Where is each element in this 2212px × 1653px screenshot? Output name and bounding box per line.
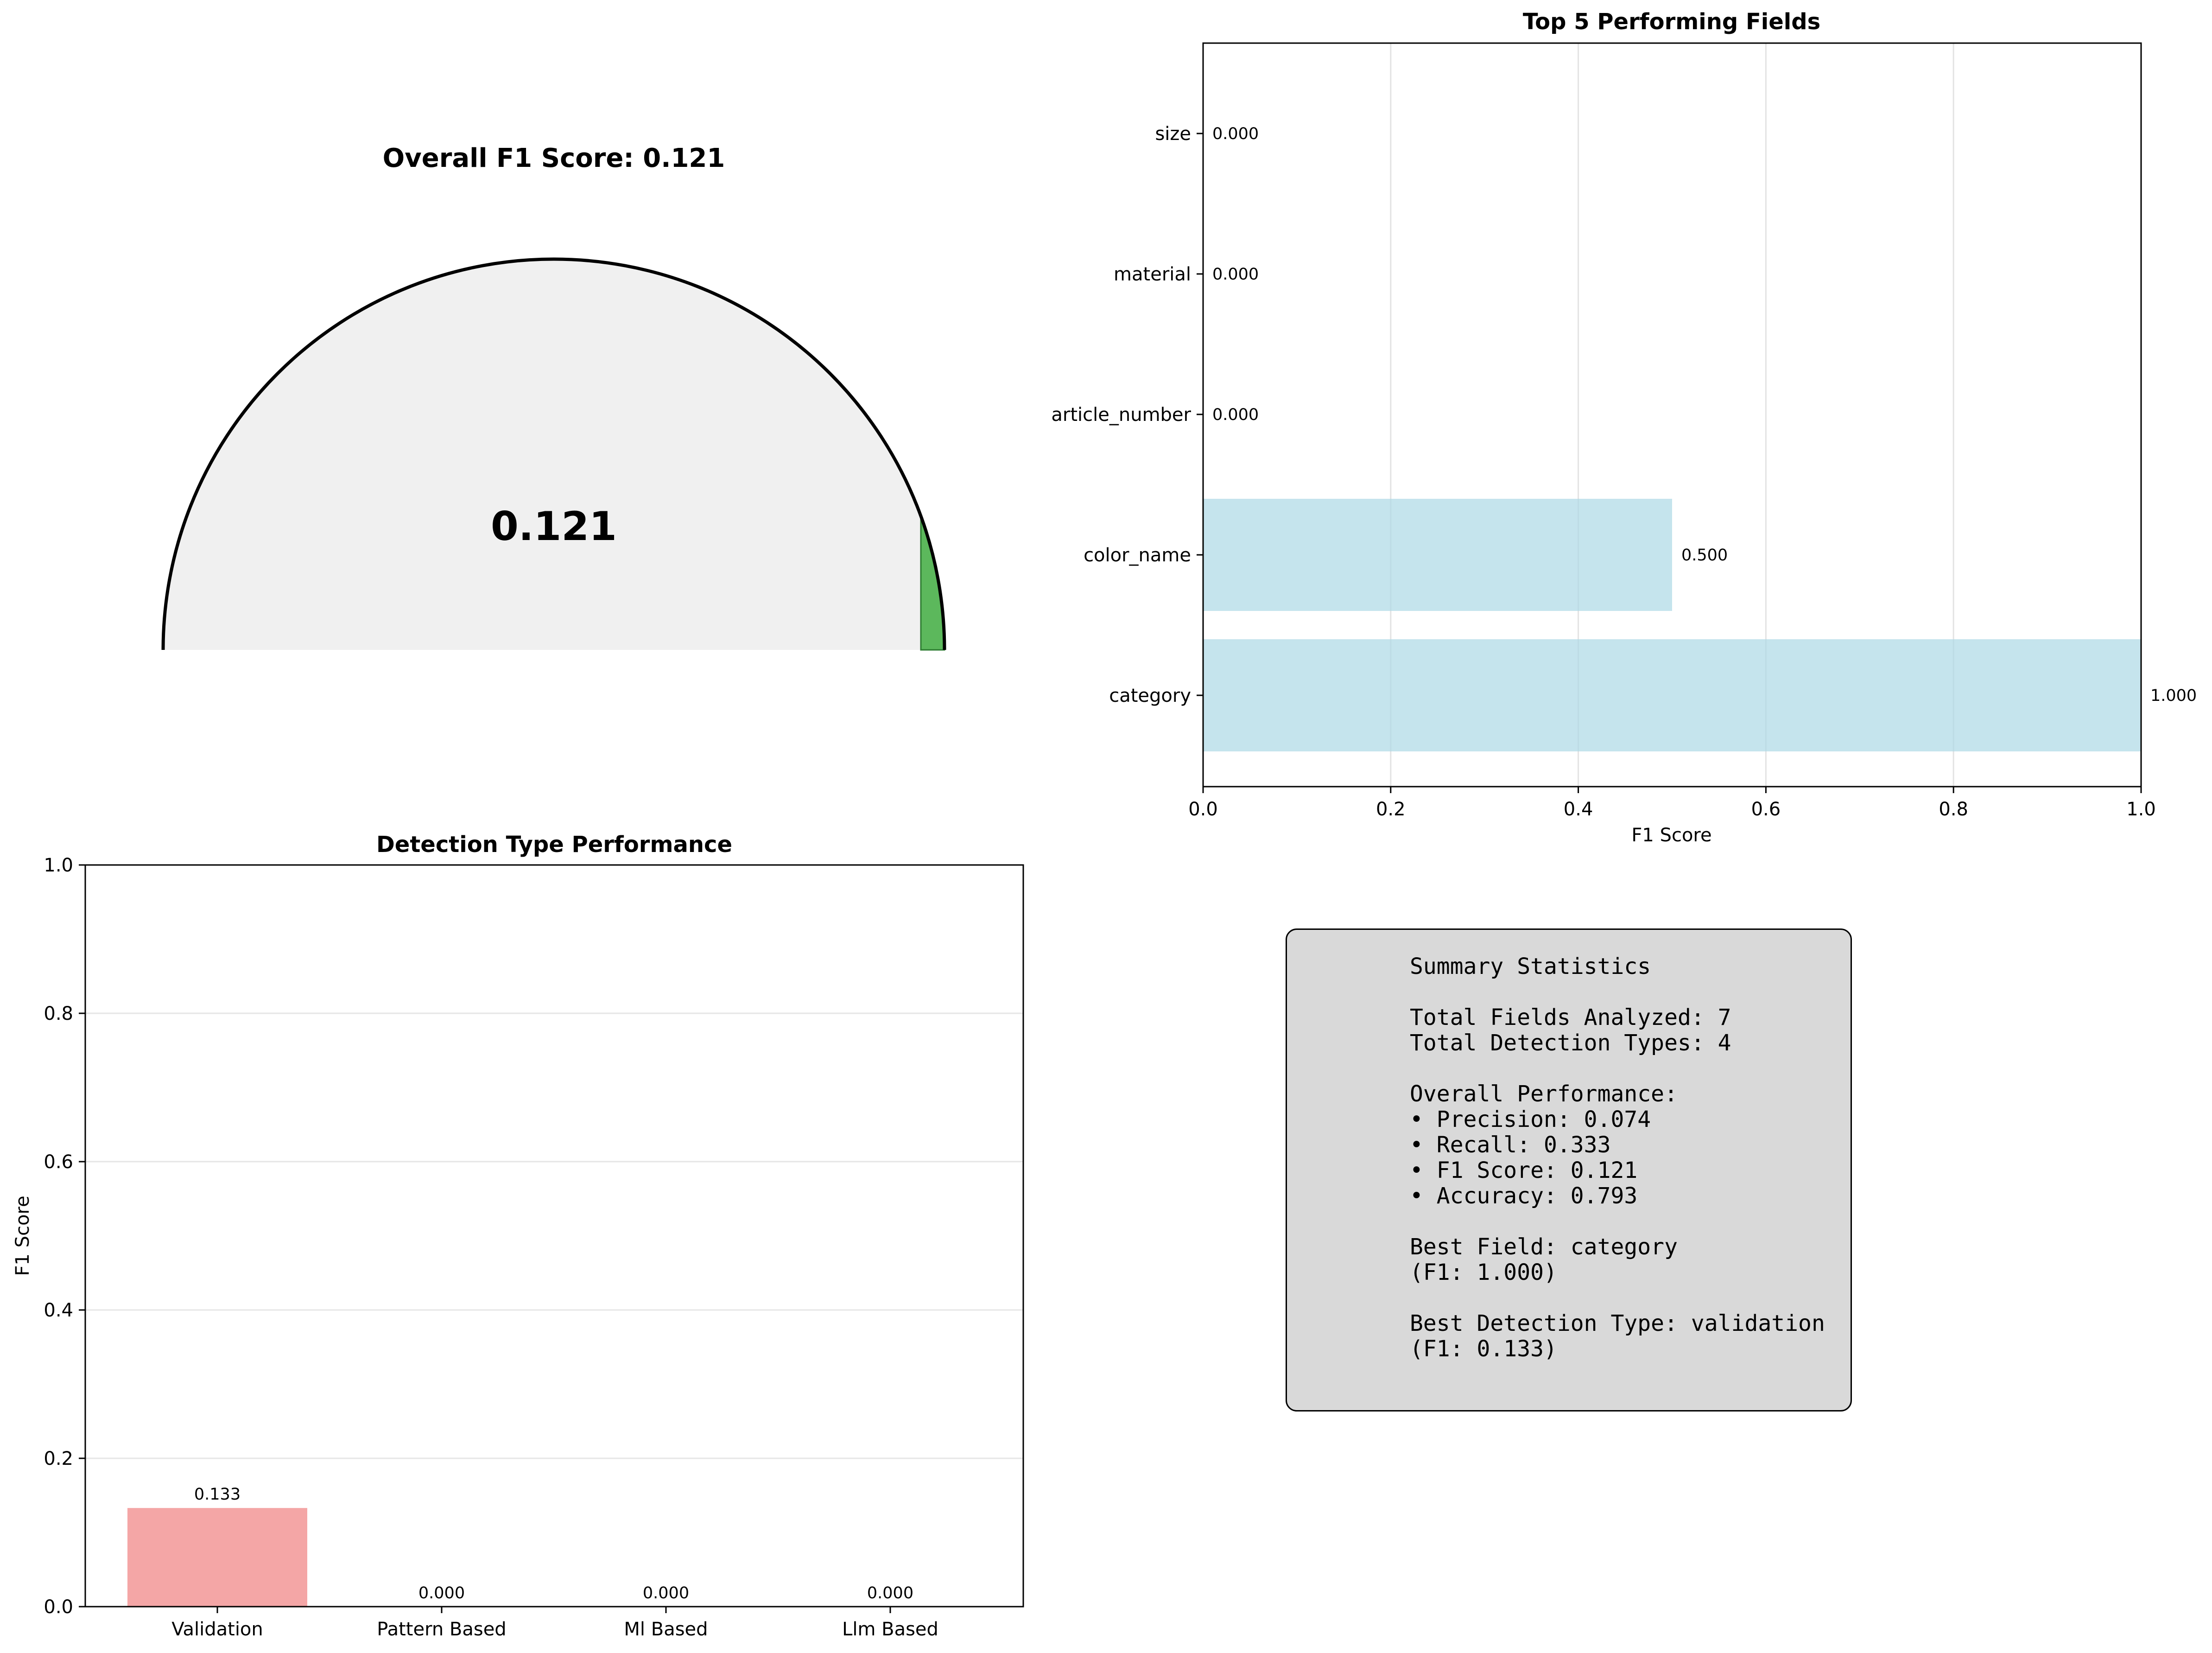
gauge-value-label: 0.121	[491, 503, 617, 550]
gauge-fill	[920, 515, 945, 651]
value-label: 0.000	[1212, 406, 1259, 424]
value-label: 0.500	[1681, 546, 1728, 565]
y-tick-label: color_name	[1084, 545, 1191, 566]
y-tick-label: material	[1114, 264, 1191, 285]
top-fields-bars	[1203, 499, 2141, 751]
gauge-background	[163, 259, 944, 650]
top-fields-x-ticks: 0.0 0.2 0.4 0.6 0.8 1.0	[1188, 787, 2156, 820]
detection-type-ylabel: F1 Score	[12, 1195, 33, 1276]
summary-statistics-box: Summary Statistics Total Fields Analyzed…	[1286, 928, 1852, 1411]
value-label: 1.000	[2150, 687, 2197, 705]
bar-color-name	[1203, 499, 1672, 611]
x-tick-label: 0.6	[1751, 799, 1781, 820]
detection-type-x-ticks: Validation Pattern Based Ml Based Llm Based	[171, 1607, 938, 1640]
x-tick-label: Pattern Based	[377, 1619, 506, 1640]
top-fields-title: Top 5 Performing Fields	[1523, 9, 1820, 35]
top-fields-xlabel: F1 Score	[1631, 825, 1711, 846]
x-tick-label: 0.4	[1564, 799, 1593, 820]
detection-type-grid	[85, 1012, 1023, 1459]
x-tick-label: 1.0	[2126, 799, 2156, 820]
gauge-panel: Overall F1 Score: 0.121 0.121	[161, 143, 946, 651]
y-tick-label: article_number	[1051, 404, 1191, 426]
top-fields-y-ticks: category color_name article_number material…	[1051, 123, 1203, 706]
y-tick-label: category	[1109, 685, 1191, 706]
x-tick-label: Llm Based	[842, 1619, 938, 1640]
value-label: 0.000	[418, 1584, 465, 1602]
y-tick-label: 0.4	[44, 1300, 73, 1321]
x-tick-label: 0.0	[1188, 799, 1218, 820]
y-tick-label: 0.0	[44, 1596, 73, 1618]
bar-category	[1203, 639, 2141, 751]
value-label: 0.000	[1212, 125, 1259, 143]
y-tick-label: 0.8	[44, 1003, 73, 1024]
top-fields-chart: Top 5 Performing Fields 0.0 0.2 0.4 0.6 0.8 1…	[1051, 9, 2197, 846]
figure: Overall F1 Score: 0.121 0.121 Top 5 Perf…	[12, 9, 2197, 1640]
detection-type-chart: Detection Type Performance Validation Pat…	[12, 832, 1024, 1640]
detection-type-title: Detection Type Performance	[376, 832, 732, 858]
top-fields-value-labels: 1.000 0.500 0.000 0.000 0.000	[1212, 125, 2197, 705]
summary-statistics-text: Summary Statistics Total Fields Analyzed…	[1410, 954, 1825, 1362]
value-label: 0.000	[1212, 265, 1259, 284]
x-tick-label: 0.8	[1939, 799, 1968, 820]
value-label: 0.000	[867, 1584, 913, 1602]
value-label: 0.133	[194, 1485, 241, 1504]
y-tick-label: 0.6	[44, 1151, 73, 1173]
x-tick-label: Ml Based	[624, 1619, 708, 1640]
y-tick-label: 0.2	[44, 1448, 73, 1469]
y-tick-label: size	[1155, 123, 1191, 145]
detection-type-y-ticks: 0.0 0.2 0.4 0.6 0.8 1.0	[44, 855, 85, 1618]
y-tick-label: 1.0	[44, 855, 73, 876]
value-label: 0.000	[643, 1584, 689, 1602]
bar-validation	[127, 1508, 307, 1607]
gauge-title: Overall F1 Score: 0.121	[383, 143, 725, 173]
x-tick-label: Validation	[171, 1619, 263, 1640]
detection-type-bars	[127, 1508, 307, 1607]
x-tick-label: 0.2	[1376, 799, 1406, 820]
